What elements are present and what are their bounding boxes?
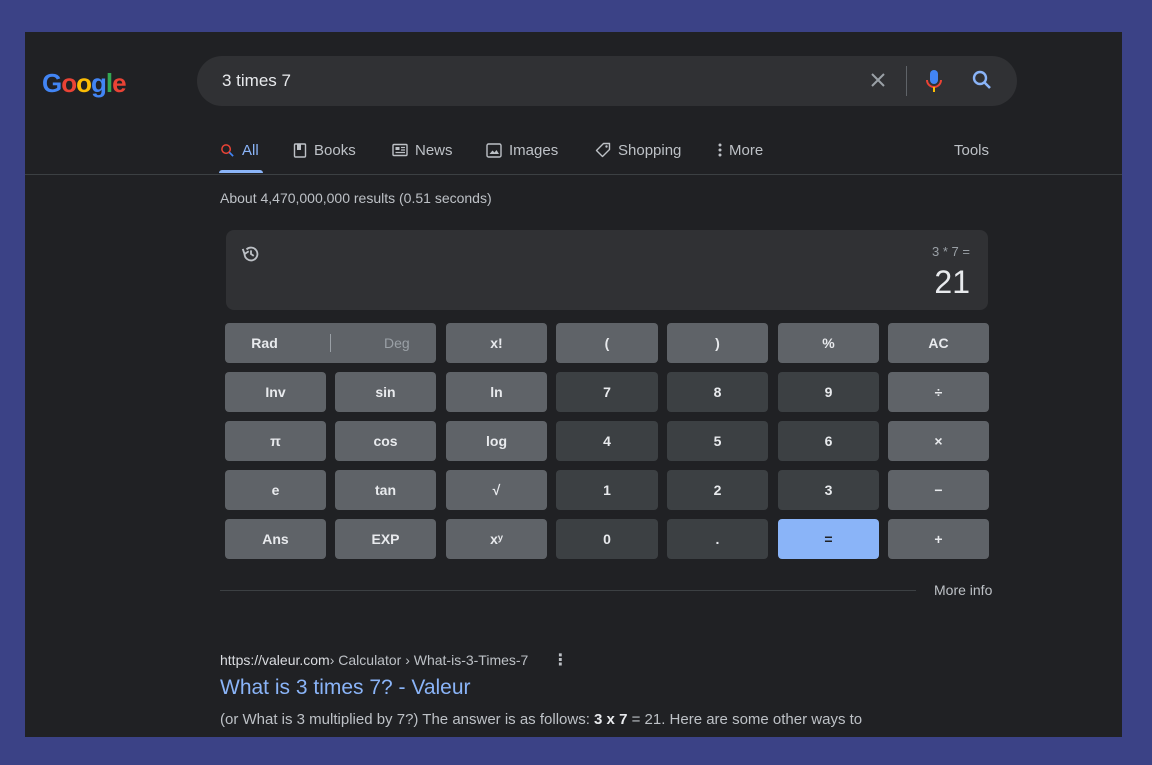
result-host: https://valeur.com [220, 652, 330, 668]
google-logo[interactable]: G o o g l e [42, 66, 127, 100]
search-icon[interactable] [970, 68, 994, 92]
search-icon [221, 143, 234, 157]
result-snippet: (or What is 3 multiplied by 7?) The answ… [220, 711, 862, 728]
right-paren-button[interactable]: ) [667, 323, 768, 363]
cos-button[interactable]: cos [335, 421, 436, 461]
calculator-expression: 3 * 7 = [932, 244, 970, 259]
tab-label: Shopping [618, 141, 682, 159]
pi-button[interactable]: π [225, 421, 326, 461]
rad-deg-separator [330, 334, 332, 352]
digit-1-button[interactable]: 1 [556, 470, 658, 510]
rad-deg-toggle[interactable]: Rad Deg [225, 323, 436, 363]
tan-button[interactable]: tan [335, 470, 436, 510]
logo-letter-o1: o [61, 67, 77, 98]
sin-button[interactable]: sin [335, 372, 436, 412]
add-button[interactable]: + [888, 519, 989, 559]
factorial-button[interactable]: x! [446, 323, 547, 363]
calculator-result: 21 [934, 264, 970, 300]
news-icon [392, 143, 408, 157]
digit-2-button[interactable]: 2 [667, 470, 768, 510]
book-icon [293, 142, 307, 158]
tab-label: Books [314, 141, 356, 159]
all-clear-button[interactable]: AC [888, 323, 989, 363]
close-icon[interactable] [866, 68, 890, 92]
calculator-divider [220, 590, 916, 591]
e-button[interactable]: e [225, 470, 326, 510]
result-stats: About 4,470,000,000 results (0.51 second… [220, 190, 492, 206]
tab-shopping[interactable]: Shopping [595, 138, 681, 162]
exp-button[interactable]: EXP [335, 519, 436, 559]
digit-9-button[interactable]: 9 [778, 372, 879, 412]
rad-button[interactable]: Rad [251, 335, 277, 351]
search-input[interactable]: 3 times 7 [222, 71, 291, 91]
tag-icon [595, 142, 611, 158]
percent-button[interactable]: % [778, 323, 879, 363]
multiply-button[interactable]: × [888, 421, 989, 461]
logo-letter-g2: g [91, 67, 107, 98]
left-paren-button[interactable]: ( [556, 323, 658, 363]
snippet-bold: 3 x 7 [594, 711, 628, 728]
tab-label: More [729, 141, 764, 159]
inv-button[interactable]: Inv [225, 372, 326, 412]
search-divider [906, 66, 907, 96]
more-vert-icon[interactable]: ⋮ [552, 650, 568, 670]
result-url[interactable]: https://valeur.com › Calculator › What-i… [220, 650, 568, 670]
header-divider [25, 174, 1122, 175]
subtract-button[interactable]: − [888, 470, 989, 510]
history-icon[interactable] [240, 243, 262, 265]
result-title-link[interactable]: What is 3 times 7? - Valeur [220, 676, 471, 700]
search-tabs: All Books News Images Shopping More Tool… [220, 138, 995, 174]
tab-images[interactable]: Images [486, 138, 558, 162]
digit-6-button[interactable]: 6 [778, 421, 879, 461]
decimal-button[interactable]: . [667, 519, 768, 559]
equals-button[interactable]: = [778, 519, 879, 559]
digit-3-button[interactable]: 3 [778, 470, 879, 510]
snippet-text-end: = 21. Here are some other ways to [627, 711, 863, 728]
logo-letter-o2: o [76, 67, 92, 98]
tab-all[interactable]: All [220, 138, 259, 162]
tab-more[interactable]: More [718, 138, 763, 162]
logo-letter-g: G [42, 67, 62, 98]
power-button[interactable]: xʸ [446, 519, 547, 559]
log-button[interactable]: log [446, 421, 547, 461]
more-info-link[interactable]: More info [934, 582, 992, 598]
search-results-page: G o o g l e 3 times 7 All Books News Ima… [25, 32, 1122, 737]
tools-button[interactable]: Tools [954, 138, 989, 162]
result-breadcrumb: › Calculator › What-is-3-Times-7 [329, 652, 529, 668]
tools-label: Tools [954, 141, 990, 159]
snippet-text: (or What is 3 multiplied by 7?) The answ… [220, 711, 595, 728]
digit-7-button[interactable]: 7 [556, 372, 658, 412]
tab-books[interactable]: Books [293, 138, 356, 162]
more-vert-icon [718, 143, 722, 157]
deg-button[interactable]: Deg [384, 335, 410, 351]
digit-8-button[interactable]: 8 [667, 372, 768, 412]
divide-button[interactable]: ÷ [888, 372, 989, 412]
tab-label: Images [509, 141, 559, 159]
sqrt-button[interactable]: √ [446, 470, 547, 510]
digit-5-button[interactable]: 5 [667, 421, 768, 461]
ans-button[interactable]: Ans [225, 519, 326, 559]
tab-news[interactable]: News [392, 138, 453, 162]
mic-icon[interactable] [922, 68, 946, 94]
tab-label: All [242, 141, 259, 159]
ln-button[interactable]: ln [446, 372, 547, 412]
active-tab-indicator [219, 170, 263, 173]
search-box[interactable]: 3 times 7 [197, 56, 1017, 106]
calculator-display: 3 * 7 = 21 [226, 230, 988, 310]
logo-letter-e: e [112, 67, 127, 98]
digit-4-button[interactable]: 4 [556, 421, 658, 461]
tab-label: News [415, 141, 453, 159]
digit-0-button[interactable]: 0 [556, 519, 658, 559]
image-icon [486, 142, 502, 158]
